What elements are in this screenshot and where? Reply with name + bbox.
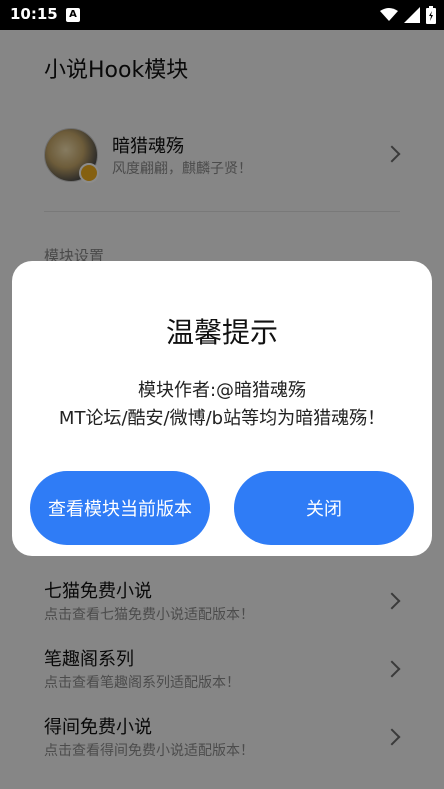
dialog-message-line1: 模块作者:@暗猎魂殇	[137, 380, 307, 401]
status-time: 10:15	[10, 5, 58, 23]
status-bar: 10:15 A	[0, 0, 444, 30]
battery-icon	[426, 6, 436, 24]
dialog-title: 温馨提示	[165, 316, 278, 349]
status-icons	[380, 5, 436, 25]
view-version-button[interactable]: 查看模块当前版本	[30, 471, 210, 545]
notice-dialog: 温馨提示 模块作者:@暗猎魂殇 MT论坛/酷安/微博/b站等均为暗猎魂殇！ 查看…	[12, 261, 432, 556]
accessibility-icon: A	[66, 8, 80, 22]
dialog-message-line2: MT论坛/酷安/微博/b站等均为暗猎魂殇！	[58, 408, 386, 429]
signal-icon	[404, 7, 420, 23]
wifi-icon	[380, 8, 398, 21]
close-button[interactable]: 关闭	[234, 471, 414, 545]
